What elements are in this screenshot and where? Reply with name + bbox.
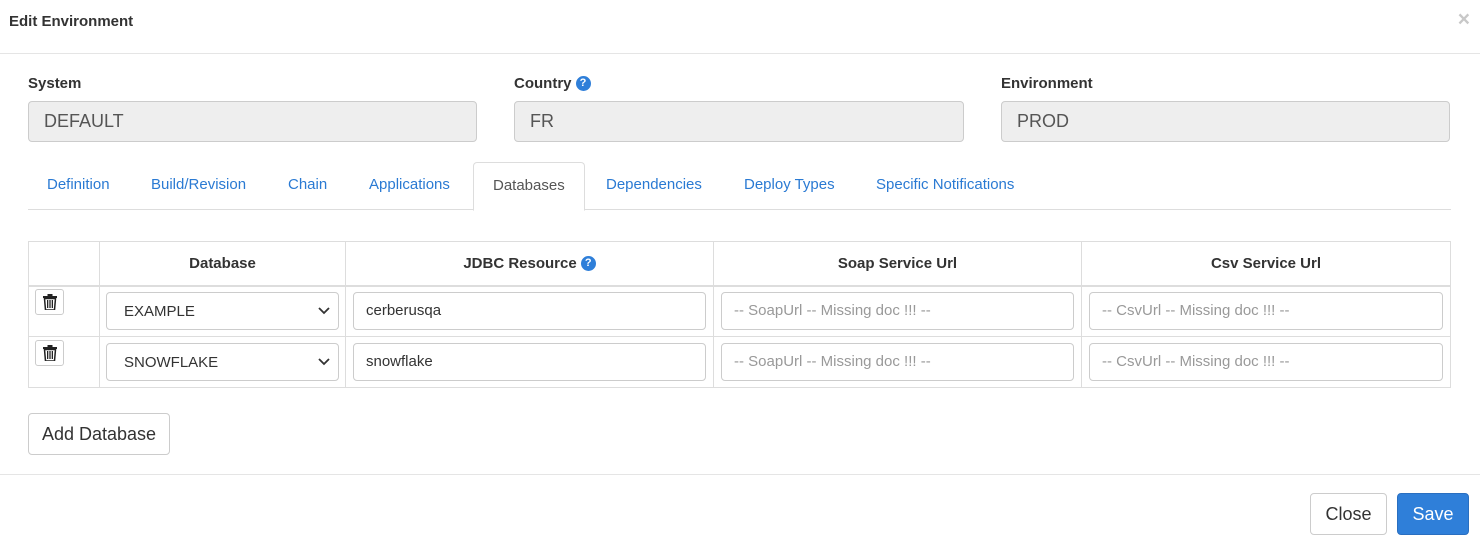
soap-cell: -- SoapUrl -- Missing doc !!! -- [713, 285, 1082, 337]
csv-url-input[interactable]: -- CsvUrl -- Missing doc !!! -- [1089, 292, 1443, 331]
tab-build-revision[interactable]: Build/Revision [132, 162, 265, 210]
tab-specific-notifications[interactable]: Specific Notifications [857, 162, 1033, 210]
soap-header: Soap Service Url [713, 241, 1082, 287]
add-database-button[interactable]: Add Database [28, 413, 170, 455]
chevron-down-icon [318, 358, 330, 366]
table-row: EXAMPLE cerberusqa -- SoapUrl -- Missing… [28, 285, 1451, 337]
modal-footer-divider [0, 474, 1480, 475]
delete-row-button[interactable] [35, 340, 64, 366]
tab-databases[interactable]: Databases [473, 162, 585, 211]
close-icon[interactable]: × [1458, 8, 1470, 32]
database-select-value: SNOWFLAKE [124, 353, 219, 371]
jdbc-input[interactable]: snowflake [353, 343, 706, 381]
delete-row-button[interactable] [35, 289, 64, 316]
csv-cell: -- CsvUrl -- Missing doc !!! -- [1081, 285, 1451, 337]
environment-label-text: Environment [1001, 75, 1093, 92]
trash-icon [42, 344, 57, 362]
environment-field[interactable]: PROD [1001, 101, 1450, 142]
question-circle-icon[interactable]: ? [575, 76, 591, 91]
country-label: Country ? [514, 75, 591, 92]
environment-label: Environment [1001, 75, 1093, 92]
jdbc-input[interactable]: cerberusqa [353, 292, 706, 331]
actions-cell [28, 285, 100, 337]
database-header: Database [99, 241, 346, 287]
tab-deploy-types[interactable]: Deploy Types [725, 162, 854, 210]
actions-header [28, 241, 100, 287]
trash-icon [42, 294, 57, 311]
database-cell: SNOWFLAKE [99, 336, 346, 388]
jdbc-header-text: JDBC Resource [463, 254, 577, 272]
tab-bar: Definition Build/Revision Chain Applicat… [28, 162, 1451, 211]
chevron-down-icon [318, 307, 330, 315]
csv-header: Csv Service Url [1081, 241, 1451, 287]
country-label-text: Country [514, 75, 572, 92]
database-select[interactable]: EXAMPLE [106, 292, 339, 331]
soap-url-input[interactable]: -- SoapUrl -- Missing doc !!! -- [721, 292, 1074, 331]
database-select-value: EXAMPLE [124, 302, 195, 320]
csv-cell: -- CsvUrl -- Missing doc !!! -- [1081, 336, 1451, 388]
csv-url-input[interactable]: -- CsvUrl -- Missing doc !!! -- [1089, 343, 1443, 381]
jdbc-cell: cerberusqa [345, 285, 714, 337]
close-button[interactable]: Close [1310, 493, 1387, 535]
tab-definition[interactable]: Definition [28, 162, 129, 210]
country-field[interactable]: FR [514, 101, 964, 142]
tab-dependencies[interactable]: Dependencies [587, 162, 721, 210]
soap-url-input[interactable]: -- SoapUrl -- Missing doc !!! -- [721, 343, 1074, 381]
system-field[interactable]: DEFAULT [28, 101, 477, 142]
actions-cell [28, 336, 100, 388]
save-button[interactable]: Save [1397, 493, 1469, 535]
question-circle-icon[interactable]: ? [580, 255, 596, 271]
soap-cell: -- SoapUrl -- Missing doc !!! -- [713, 336, 1082, 388]
table-row: SNOWFLAKE snowflake -- SoapUrl -- Missin… [28, 336, 1451, 388]
system-label: System [28, 75, 81, 92]
jdbc-cell: snowflake [345, 336, 714, 388]
table-header-row: Database JDBC Resource ? Soap Service Ur… [28, 241, 1451, 287]
database-select[interactable]: SNOWFLAKE [106, 343, 339, 381]
modal-header: Edit Environment × [0, 0, 1480, 54]
databases-table: Database JDBC Resource ? Soap Service Ur… [28, 241, 1451, 388]
system-label-text: System [28, 75, 82, 92]
modal-title: Edit Environment [9, 13, 134, 30]
database-cell: EXAMPLE [99, 285, 346, 337]
jdbc-header: JDBC Resource ? [345, 241, 714, 287]
tab-chain[interactable]: Chain [269, 162, 346, 210]
tab-applications[interactable]: Applications [350, 162, 469, 210]
